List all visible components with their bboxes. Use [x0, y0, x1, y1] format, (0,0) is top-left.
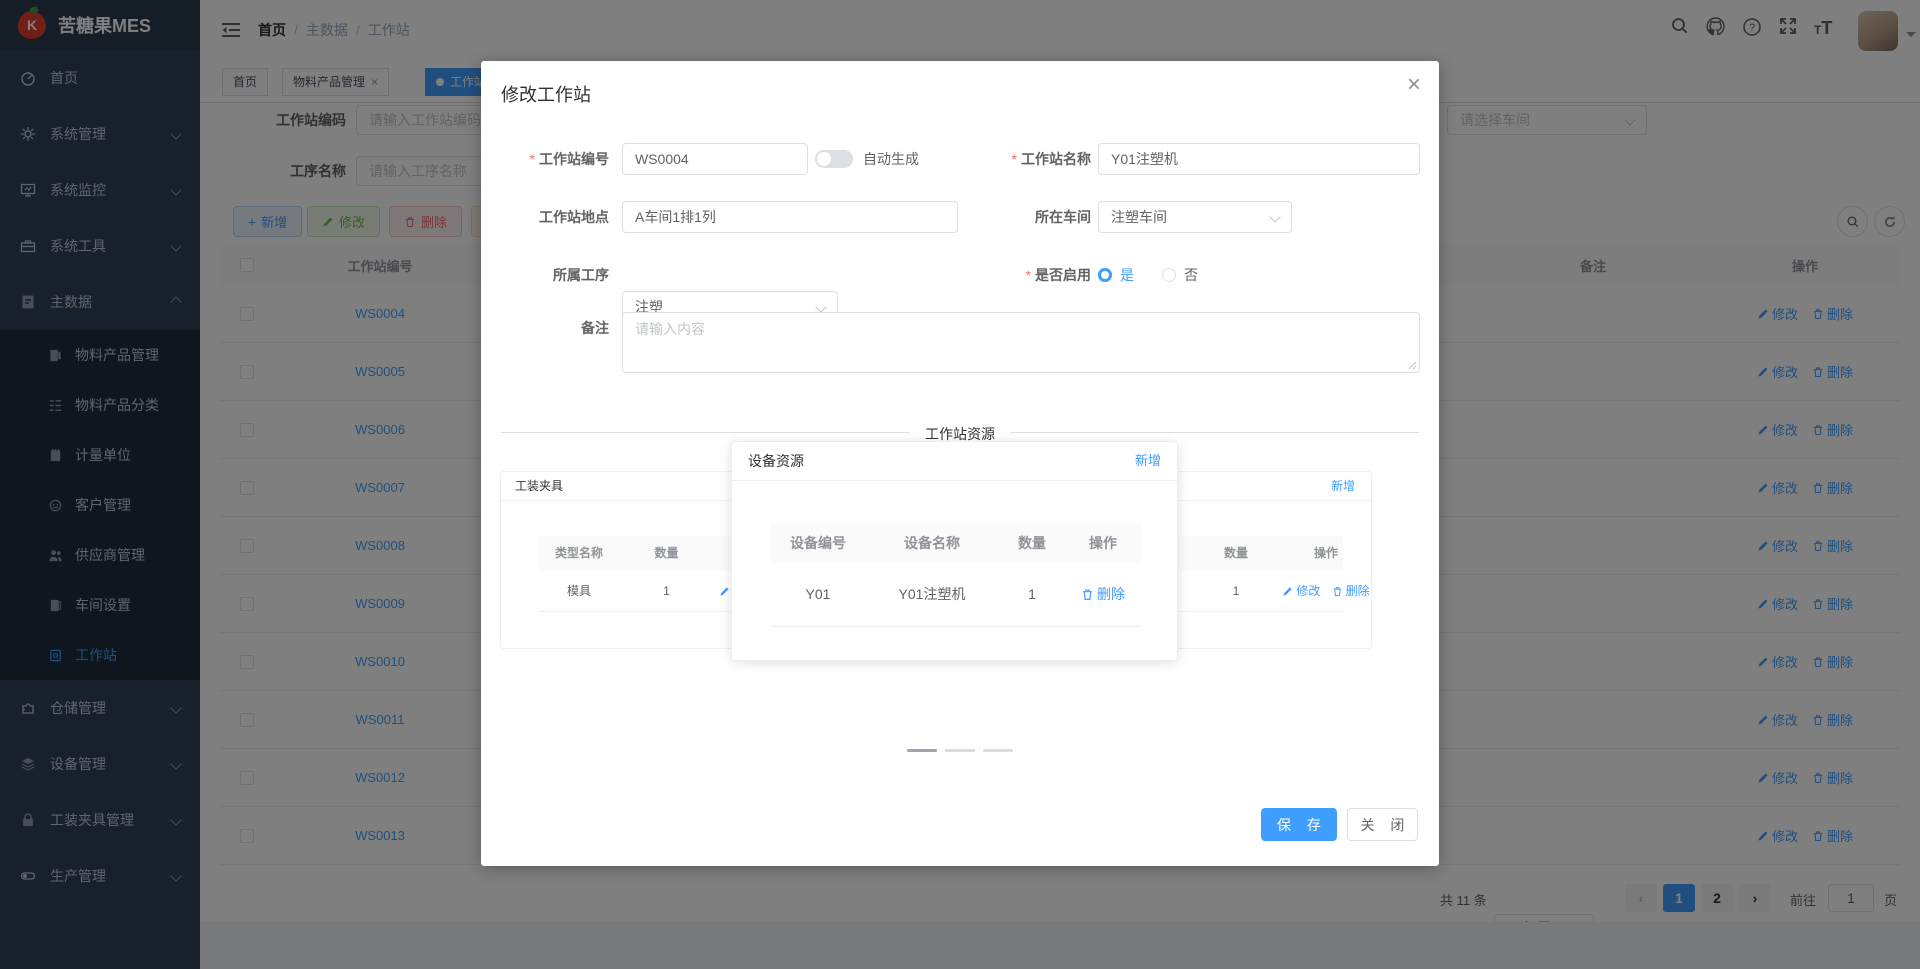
enabled-radio-group: 是 否: [1098, 259, 1226, 291]
workshop-select[interactable]: 注塑车间: [1098, 201, 1292, 233]
carousel-indicators: [481, 749, 1439, 752]
right-edit-link[interactable]: 修改: [1282, 571, 1320, 611]
pencil-icon: [720, 586, 729, 596]
pencil-icon: [1283, 586, 1292, 596]
trash-icon: [1083, 589, 1092, 600]
enabled-label: 是否启用: [936, 259, 1091, 291]
edit-workstation-dialog: 修改工作站 × 工作站编号 自动生成 工作站名称 工作站地点 所在车间 注塑车间…: [481, 61, 1439, 866]
device-card-title: 设备资源: [748, 453, 804, 469]
radio-dot: [1098, 268, 1112, 282]
name-input[interactable]: [1098, 143, 1420, 175]
radio-no[interactable]: 否: [1162, 265, 1198, 285]
right-card-add-link[interactable]: 新增: [1331, 472, 1355, 500]
device-resource-card: 设备资源 新增 设备编号 设备名称 数量 操作 Y01 Y01注塑机 1 删除: [731, 441, 1178, 661]
location-label: 工作站地点: [539, 209, 609, 225]
chevron-down-icon: [1269, 211, 1281, 223]
carousel-indicator-1[interactable]: [907, 749, 937, 752]
carousel-indicator-3[interactable]: [983, 749, 1013, 752]
save-button[interactable]: 保 存: [1261, 808, 1337, 841]
location-input[interactable]: [622, 201, 958, 233]
trash-icon: [1333, 586, 1341, 596]
app-root: K 苦糖果MES 首页 系统管理 系统监控 系统工具 主数据: [0, 0, 1920, 969]
remark-textarea[interactable]: [622, 312, 1420, 373]
dialog-title: 修改工作站: [501, 85, 591, 105]
device-add-link[interactable]: 新增: [1135, 442, 1161, 480]
device-table-row: Y01 Y01注塑机 1 删除: [771, 563, 1141, 627]
process-label: 所属工序: [553, 267, 609, 283]
name-label: 工作站名称: [936, 143, 1091, 175]
code-label: 工作站编号: [481, 143, 609, 175]
device-delete-link[interactable]: 删除: [1081, 563, 1125, 626]
code-input[interactable]: [622, 143, 808, 175]
device-table-header: 设备编号 设备名称 数量 操作: [771, 523, 1141, 563]
dialog-close-button[interactable]: 关 闭: [1347, 808, 1418, 841]
device-card-header: 设备资源 新增: [732, 442, 1177, 481]
right-delete-link[interactable]: 删除: [1332, 571, 1370, 611]
carousel-indicator-2[interactable]: [945, 749, 975, 752]
radio-dot: [1162, 268, 1176, 282]
close-icon[interactable]: ×: [1407, 73, 1421, 97]
chevron-down-icon: [815, 301, 827, 313]
auto-generate-label: 自动生成: [863, 151, 919, 167]
workshop-label: 所在车间: [1035, 209, 1091, 225]
auto-generate-switch[interactable]: [815, 150, 853, 168]
resize-grip-icon[interactable]: [1408, 361, 1417, 370]
radio-yes[interactable]: 是: [1098, 265, 1134, 285]
remark-label: 备注: [581, 320, 609, 336]
